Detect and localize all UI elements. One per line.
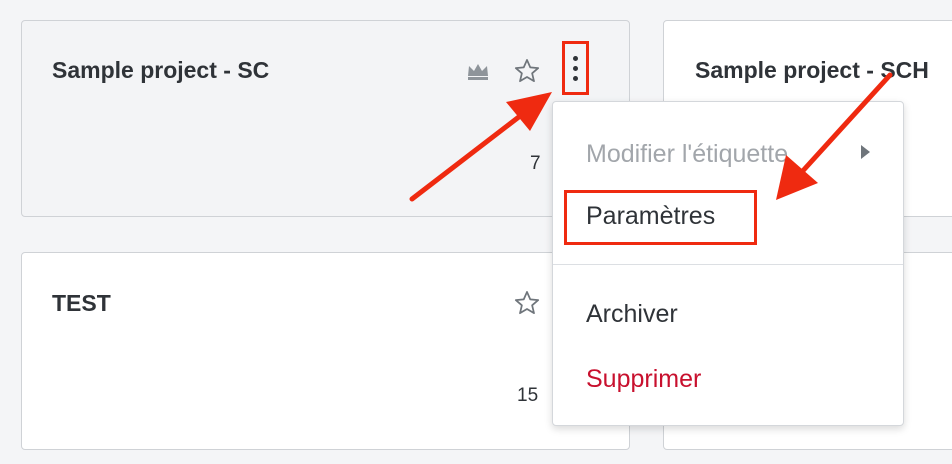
crown-icon <box>468 64 488 80</box>
project-title[interactable]: Sample project - SC <box>52 57 269 84</box>
star-outline-icon[interactable] <box>513 289 541 317</box>
menu-item-archive[interactable]: Archiver <box>586 300 678 329</box>
project-card-sample-sc[interactable]: Sample project - SC 7 <box>21 20 630 217</box>
more-vertical-icon <box>573 56 578 61</box>
more-options-button[interactable] <box>562 41 589 95</box>
item-count: 15 <box>517 385 539 406</box>
menu-item-delete[interactable]: Supprimer <box>586 365 701 394</box>
project-card-test[interactable]: TEST 15 <box>21 252 630 450</box>
settings-highlight-box <box>564 190 757 245</box>
menu-divider <box>553 264 903 265</box>
chevron-right-icon <box>861 145 870 159</box>
project-title[interactable]: TEST <box>52 290 111 317</box>
star-outline-icon[interactable] <box>513 57 541 85</box>
project-context-menu: Modifier l'étiquette Paramètres Archiver… <box>552 101 904 426</box>
more-vertical-icon-dot <box>573 66 578 71</box>
project-title[interactable]: Sample project - SCH <box>695 57 929 84</box>
menu-item-modify-label[interactable]: Modifier l'étiquette <box>586 140 788 169</box>
item-count: 7 <box>530 153 541 174</box>
more-vertical-icon-dot <box>573 76 578 81</box>
